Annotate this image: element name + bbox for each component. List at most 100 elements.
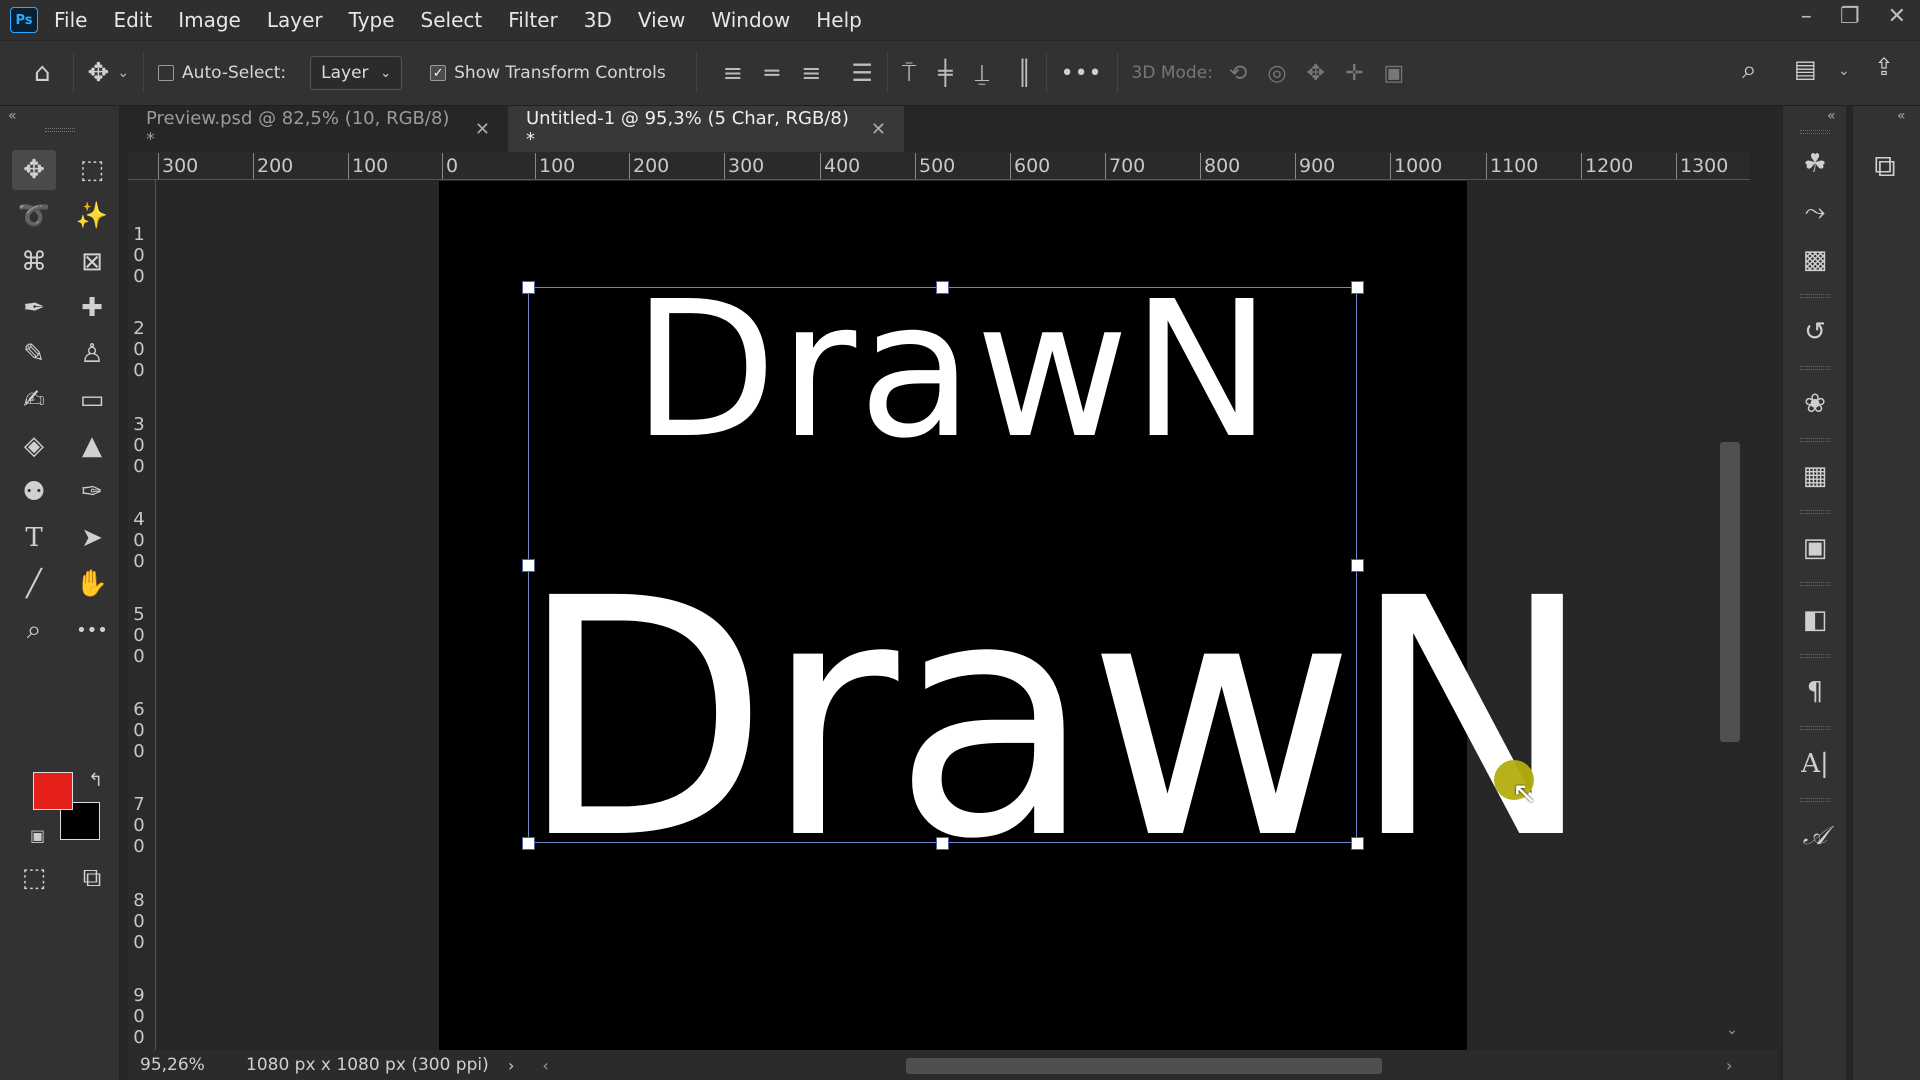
history-brush-tool[interactable]: ✍ bbox=[12, 380, 56, 420]
clone-stamp-tool[interactable]: ♙ bbox=[70, 334, 114, 374]
glyphs-panel-icon[interactable]: 𝒜 bbox=[1783, 816, 1847, 856]
3d-panel-icon[interactable]: ▩ bbox=[1783, 240, 1847, 280]
transform-handle-top-right[interactable] bbox=[1351, 281, 1364, 294]
gradients-panel-icon[interactable]: ◧ bbox=[1783, 600, 1847, 640]
collapse-panel-icon[interactable]: « bbox=[1827, 108, 1836, 124]
panel-grip[interactable] bbox=[1800, 726, 1830, 730]
layers-panel-icon[interactable]: ⧉ bbox=[1853, 146, 1917, 186]
tab-untitled[interactable]: Untitled-1 @ 95,3% (5 Char, RGB/8) * ✕ bbox=[508, 106, 904, 152]
lasso-tool[interactable]: ➰ bbox=[12, 196, 56, 236]
horizontal-scrollbar[interactable] bbox=[906, 1058, 1382, 1074]
close-icon[interactable]: ✕ bbox=[475, 119, 490, 140]
restore-icon[interactable]: ❐ bbox=[1840, 4, 1860, 29]
transform-bounding-box[interactable] bbox=[528, 287, 1357, 843]
line-tool[interactable]: ╱ bbox=[12, 564, 56, 604]
distribute-vertical-icon[interactable]: ║ bbox=[1017, 59, 1031, 87]
slide-3d-icon[interactable]: ✛ bbox=[1345, 61, 1363, 86]
scroll-right-icon[interactable]: › bbox=[1726, 1056, 1732, 1075]
transform-handle-top-left[interactable] bbox=[522, 281, 535, 294]
menu-view[interactable]: View bbox=[638, 8, 685, 32]
auto-select-checkbox[interactable] bbox=[158, 65, 175, 81]
collapse-panel-icon[interactable]: « bbox=[8, 108, 17, 124]
chevron-right-icon[interactable]: › bbox=[508, 1056, 514, 1075]
foreground-color-swatch[interactable] bbox=[33, 772, 73, 810]
scale-3d-icon[interactable]: ▣ bbox=[1383, 61, 1404, 86]
marquee-tool[interactable]: ⬚ bbox=[70, 150, 114, 190]
align-middle-icon[interactable]: ╪ bbox=[938, 59, 952, 87]
document-info[interactable]: 1080 px x 1080 px (300 ppi) bbox=[246, 1055, 508, 1075]
paint-bucket-tool[interactable]: ◈ bbox=[12, 426, 56, 466]
transform-handle-bottom-left[interactable] bbox=[522, 837, 535, 850]
frame-tool[interactable]: ⊠ bbox=[70, 242, 114, 282]
panel-grip[interactable] bbox=[45, 128, 75, 132]
menu-image[interactable]: Image bbox=[178, 8, 241, 32]
workspace-icon[interactable]: ▤ bbox=[1794, 55, 1817, 83]
magic-wand-tool[interactable]: ✨ bbox=[70, 196, 114, 236]
chevron-down-icon[interactable]: ⌄ bbox=[1838, 63, 1850, 79]
path-selection-tool[interactable]: ➤ bbox=[70, 518, 114, 558]
transform-handle-top-center[interactable] bbox=[936, 281, 949, 294]
patterns-panel-icon[interactable]: ▦ bbox=[1783, 456, 1847, 496]
eyedropper-tool[interactable]: ✒ bbox=[12, 288, 56, 328]
quick-mask-icon[interactable]: ⬚ bbox=[12, 858, 56, 898]
vertical-scrollbar[interactable] bbox=[1720, 442, 1740, 742]
scroll-down-icon[interactable]: ⌄ bbox=[1726, 1022, 1738, 1038]
scroll-left-icon[interactable]: ‹ bbox=[542, 1056, 548, 1075]
default-colors-icon[interactable]: ▣ bbox=[30, 826, 45, 845]
close-icon[interactable]: ✕ bbox=[871, 119, 886, 140]
crop-tool[interactable]: ⌘ bbox=[12, 242, 56, 282]
orbit-3d-icon[interactable]: ⟲ bbox=[1229, 61, 1247, 86]
panel-grip[interactable] bbox=[1800, 654, 1830, 658]
pan-3d-icon[interactable]: ✥ bbox=[1307, 61, 1325, 86]
menu-file[interactable]: File bbox=[54, 8, 87, 32]
menu-layer[interactable]: Layer bbox=[267, 8, 323, 32]
collapse-panel-icon[interactable]: « bbox=[1897, 108, 1906, 124]
align-right-icon[interactable]: ≡ bbox=[801, 59, 821, 87]
tab-preview[interactable]: Preview.psd @ 82,5% (10, RGB/8) * ✕ bbox=[128, 106, 508, 152]
move-tool[interactable]: ✥ bbox=[12, 150, 56, 190]
menu-window[interactable]: Window bbox=[711, 8, 790, 32]
transform-handle-middle-left[interactable] bbox=[522, 559, 535, 572]
panel-grip[interactable] bbox=[1800, 294, 1830, 298]
more-tools-icon[interactable]: ••• bbox=[70, 610, 114, 650]
panel-grip[interactable] bbox=[1800, 510, 1830, 514]
align-center-icon[interactable]: ═ bbox=[765, 59, 779, 87]
healing-brush-tool[interactable]: ✚ bbox=[70, 288, 114, 328]
minimize-icon[interactable]: – bbox=[1801, 4, 1812, 29]
menu-filter[interactable]: Filter bbox=[508, 8, 558, 32]
transform-handle-bottom-center[interactable] bbox=[936, 837, 949, 850]
menu-type[interactable]: Type bbox=[349, 8, 395, 32]
align-top-icon[interactable]: ⍑ bbox=[902, 59, 916, 87]
panel-grip[interactable] bbox=[1800, 438, 1830, 442]
transform-handle-middle-right[interactable] bbox=[1351, 559, 1364, 572]
zoom-level[interactable]: 95,26% bbox=[140, 1055, 246, 1075]
canvas-area[interactable]: DrawN DrawN ⌃ ⌄ bbox=[156, 180, 1750, 1050]
swap-colors-icon[interactable]: ↰ bbox=[88, 770, 103, 791]
more-options-icon[interactable]: ••• bbox=[1061, 61, 1103, 86]
eraser-tool[interactable]: ▭ bbox=[70, 380, 114, 420]
distribute-horizontal-icon[interactable]: ☰ bbox=[851, 59, 873, 87]
brush-tool[interactable]: ✎ bbox=[12, 334, 56, 374]
panel-grip[interactable] bbox=[1800, 582, 1830, 586]
menu-3d[interactable]: 3D bbox=[584, 8, 612, 32]
panel-grip[interactable] bbox=[1800, 130, 1830, 134]
transform-handle-bottom-right[interactable] bbox=[1351, 837, 1364, 850]
type-tool[interactable]: T bbox=[12, 518, 56, 558]
panel-grip[interactable] bbox=[1800, 798, 1830, 802]
menu-edit[interactable]: Edit bbox=[113, 8, 152, 32]
zoom-tool[interactable]: ⌕ bbox=[12, 610, 56, 650]
roll-3d-icon[interactable]: ◎ bbox=[1267, 61, 1286, 86]
paths-panel-icon[interactable]: ⤳ bbox=[1783, 192, 1847, 232]
move-tool-preset-icon[interactable]: ✥ bbox=[88, 58, 110, 88]
color-panel-icon[interactable]: ☘ bbox=[1783, 144, 1847, 184]
swatches-panel-icon[interactable]: ❀ bbox=[1783, 384, 1847, 424]
align-left-icon[interactable]: ≡ bbox=[723, 59, 743, 87]
adjustments-panel-icon[interactable]: ▣ bbox=[1783, 528, 1847, 568]
panel-grip[interactable] bbox=[1800, 366, 1830, 370]
dodge-tool[interactable]: ⚉ bbox=[12, 472, 56, 512]
hand-tool[interactable]: ✋ bbox=[70, 564, 114, 604]
pen-tool[interactable]: ✑ bbox=[70, 472, 114, 512]
close-window-icon[interactable]: ✕ bbox=[1888, 4, 1906, 29]
menu-help[interactable]: Help bbox=[816, 8, 862, 32]
history-panel-icon[interactable]: ↺ bbox=[1783, 312, 1847, 352]
